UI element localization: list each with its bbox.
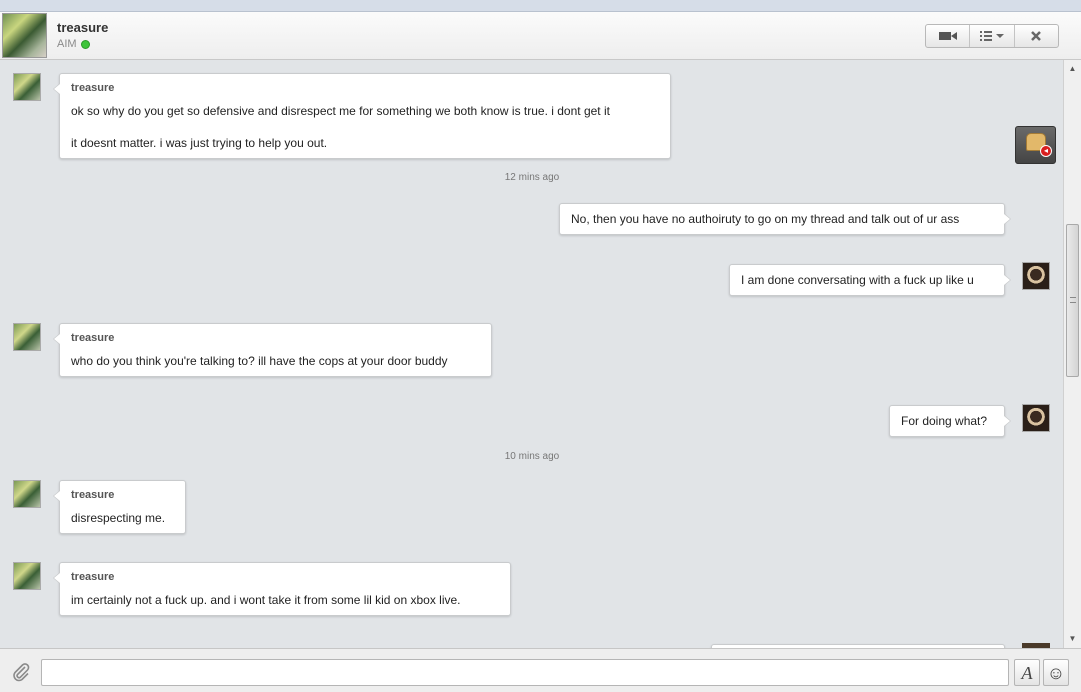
smiley-icon: ☺ [1046,663,1066,683]
video-camera-icon [938,32,957,40]
message-scrollbar[interactable]: ▲ ▼ [1063,60,1081,648]
message-sender: treasure [71,571,115,583]
scroll-down-arrow-icon[interactable]: ▼ [1064,632,1081,646]
scroll-up-arrow-icon[interactable]: ▲ [1064,62,1081,76]
service-label: AIM [57,38,77,50]
font-style-button[interactable]: A [1014,659,1040,686]
contact-avatar[interactable] [2,13,47,58]
message-bubble: treasure ok so why do you get so defensi… [53,73,671,159]
message-input[interactable] [41,659,1009,686]
message-text: No, then you have no authoiruty to go on… [571,212,960,226]
close-icon [1031,31,1042,41]
message-bubble: treasure disrespecting me. [53,480,186,534]
contact-avatar-small [13,73,41,101]
my-avatar-notification[interactable]: ◂ [1015,126,1056,164]
message-list[interactable]: treasure ok so why do you get so defensi… [0,60,1063,648]
timestamp-separator: 10 mins ago [504,451,560,462]
message-text: who do you think you're talking to? ill … [71,354,448,368]
my-avatar-small [1022,262,1050,290]
message-sender: treasure [71,332,115,344]
message-text: ok so why do you get so defensive and di… [71,104,610,118]
my-avatar-small [1022,404,1050,432]
timestamp-separator: 12 mins ago [504,172,560,183]
message-sender: treasure [71,82,115,94]
message-bubble: treasure im certainly not a fuck up. and… [53,562,511,616]
message-bubble: For doing what? [889,405,1011,437]
attach-button[interactable] [10,661,32,683]
paperclip-icon [13,663,30,682]
close-conversation-button[interactable] [1015,25,1058,47]
conversation-header: treasure AIM [0,12,1081,60]
video-call-button[interactable] [926,25,971,47]
message-bubble: treasure who do you think you're talking… [53,323,492,377]
sound-alert-icon: ◂ [1040,145,1052,157]
message-composer: A ☺ [0,648,1081,692]
message-bubble: I am done conversating with a fuck up li… [729,264,1011,296]
grip-icon [1070,297,1076,303]
message-text: disrespecting me. [71,511,166,525]
contact-status: AIM [57,38,90,50]
contact-avatar-small [13,323,41,351]
contact-avatar-small [13,480,41,508]
options-menu-button[interactable] [970,25,1015,47]
message-bubble: No, then you have no authoiruty to go on… [559,203,1011,235]
message-text: For doing what? [901,414,988,428]
message-text: it doesnt matter. i was just trying to h… [71,136,328,150]
window-top-strip [0,0,1081,12]
message-text: im certainly not a fuck up. and i wont t… [71,593,461,607]
message-text: I am done conversating with a fuck up li… [741,273,974,287]
contact-avatar-small [13,562,41,590]
online-status-icon [80,39,90,49]
scroll-thumb[interactable] [1066,224,1079,377]
header-button-group [925,24,1059,48]
emoji-button[interactable]: ☺ [1043,659,1069,686]
message-sender: treasure [71,489,115,501]
list-menu-icon [979,31,1004,41]
contact-name[interactable]: treasure [57,20,108,35]
